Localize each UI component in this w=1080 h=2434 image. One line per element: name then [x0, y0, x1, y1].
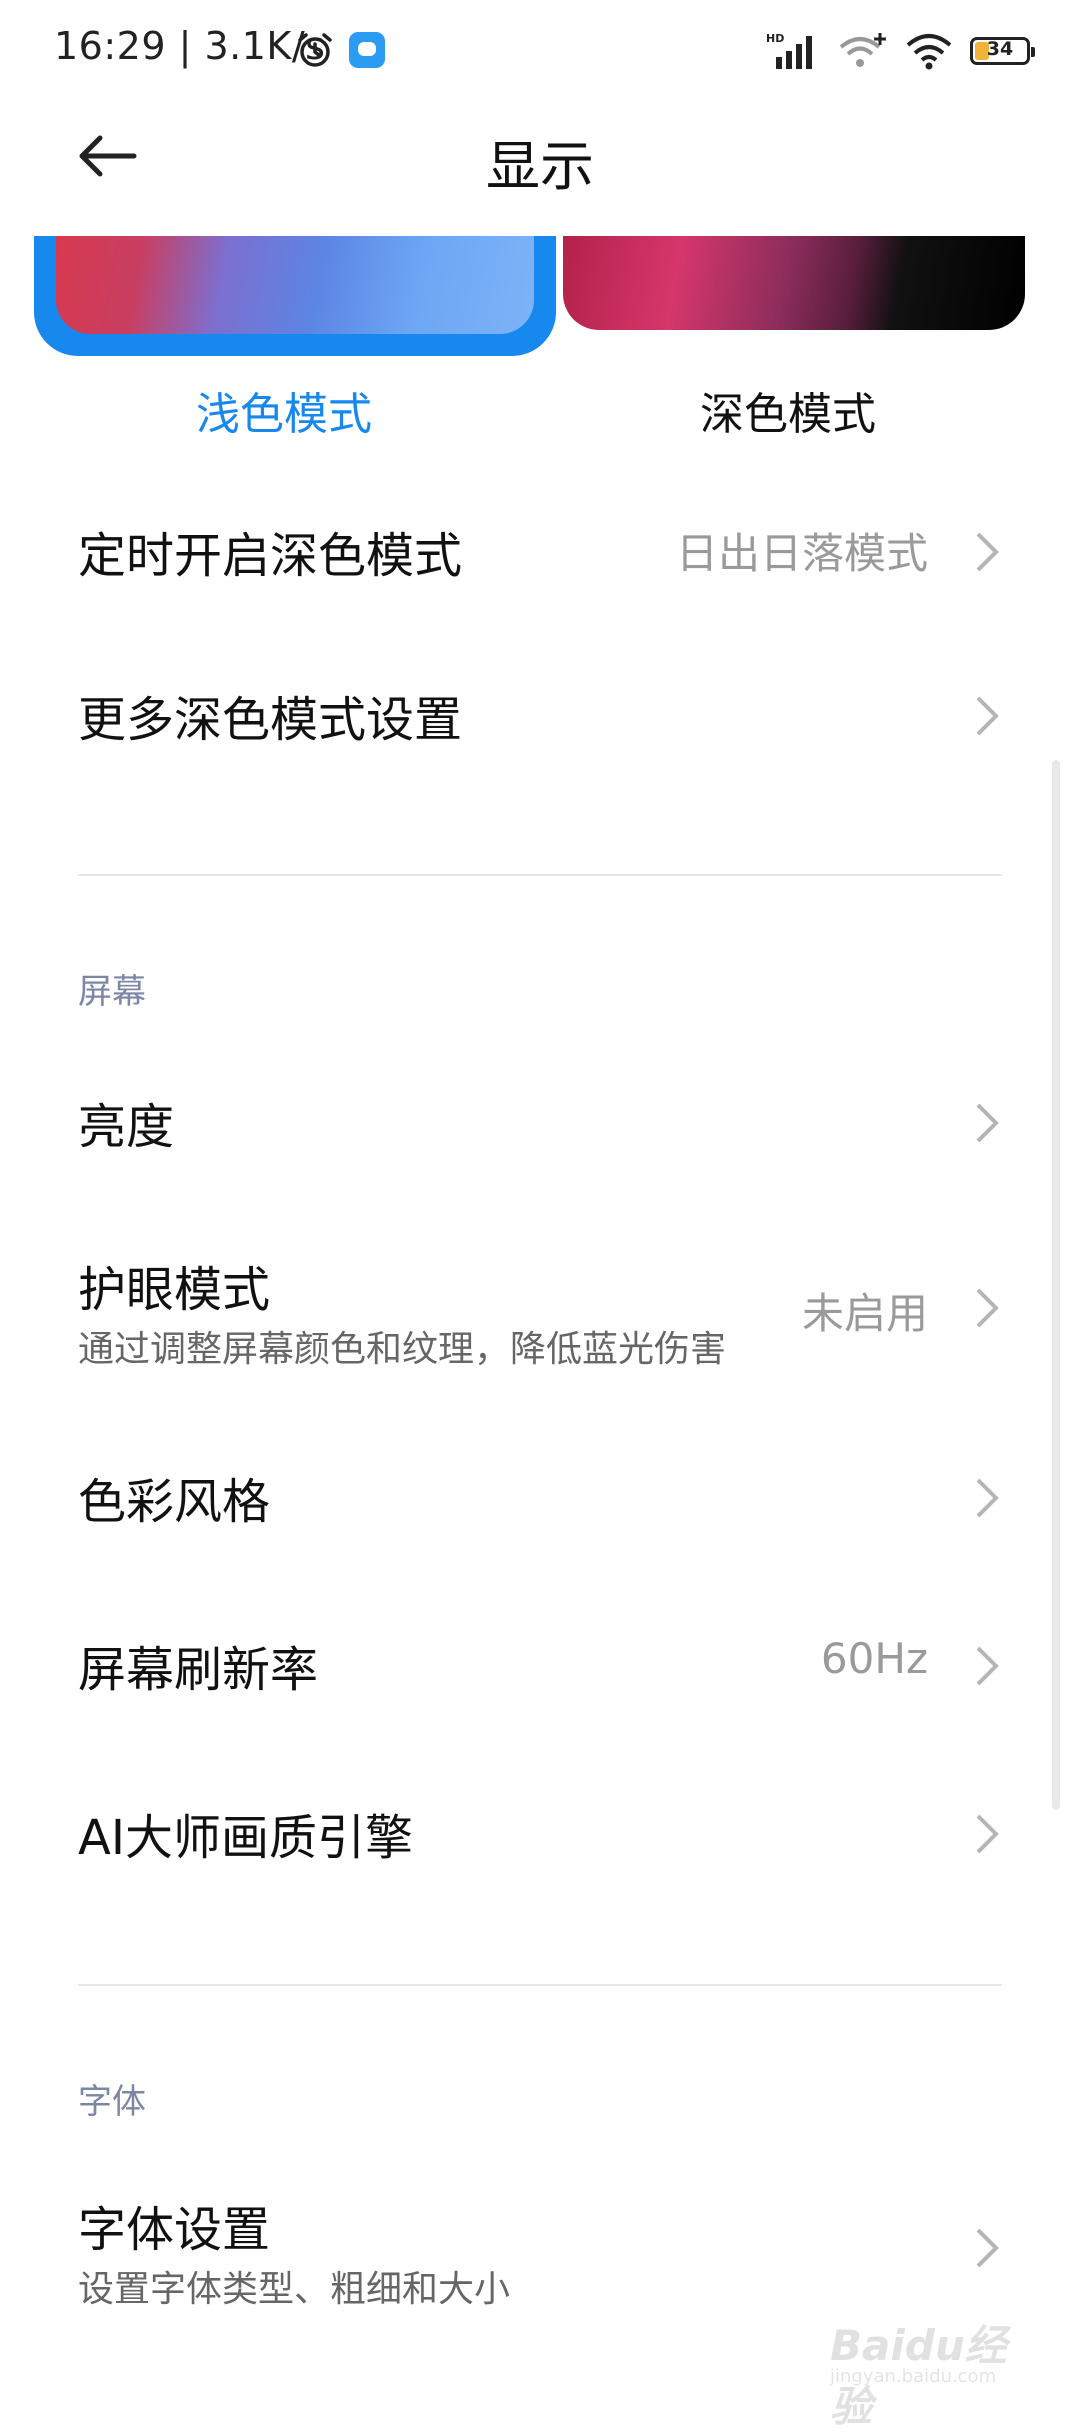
row-subtitle: 通过调整屏幕颜色和纹理，降低蓝光伤害 [78, 1329, 727, 1370]
row-title: 亮度 [78, 1099, 175, 1155]
scrollbar[interactable] [1052, 760, 1060, 1810]
battery-icon: 34 [970, 37, 1035, 65]
system-icons: HD 34 [766, 26, 1035, 76]
wifi-plus-icon [839, 33, 886, 67]
app-header: 显示 [0, 100, 1080, 220]
dark-mode-label[interactable]: 深色模式 [700, 378, 876, 442]
dark-mode-preview[interactable] [563, 236, 1025, 330]
chat-app-icon [349, 32, 385, 68]
wifi-icon [906, 34, 952, 70]
alarm-icon [298, 33, 332, 67]
more-dark-mode-settings-row[interactable]: 更多深色模式设置 [0, 648, 1080, 778]
chevron-right-icon [976, 1814, 999, 1854]
chevron-right-icon [976, 1103, 999, 1143]
divider [78, 1984, 1002, 1986]
brightness-row[interactable]: 亮度 [0, 1055, 1080, 1185]
light-mode-label[interactable]: 浅色模式 [196, 378, 372, 442]
ai-image-engine-row[interactable]: AI大师画质引擎 [0, 1766, 1080, 1896]
row-title: 屏幕刷新率 [78, 1642, 319, 1698]
chevron-right-icon [976, 1288, 999, 1328]
section-header-screen: 屏幕 [78, 972, 146, 1012]
separator: | [178, 24, 205, 68]
color-style-row[interactable]: 色彩风格 [0, 1430, 1080, 1560]
status-time: 16:29 | 3.1K/s [54, 24, 325, 68]
clock-text: 16:29 [54, 24, 167, 68]
row-title: 字体设置 [78, 2202, 271, 2258]
row-title: 护眼模式 [78, 1262, 271, 1318]
row-subtitle: 设置字体类型、粗细和大小 [78, 2269, 511, 2310]
light-mode-preview[interactable] [34, 236, 556, 356]
eye-protection-row[interactable]: 护眼模式 通过调整屏幕颜色和纹理，降低蓝光伤害 未启用 [0, 1230, 1080, 1390]
scheduled-dark-mode-row[interactable]: 定时开启深色模式 日出日落模式 [0, 488, 1080, 618]
row-value: 未启用 [801, 1289, 928, 1338]
row-value: 60Hz [820, 1634, 928, 1683]
baidu-watermark: Baidu经验 jingyan.baidu.com [820, 2280, 1040, 2431]
notification-icons [295, 30, 385, 70]
chevron-right-icon [976, 532, 999, 572]
theme-selector: 浅色模式 深色模式 [0, 236, 1080, 446]
chevron-right-icon [976, 696, 999, 736]
hd-signal-icon: HD [766, 32, 812, 69]
divider [78, 874, 1002, 876]
row-title: 色彩风格 [78, 1474, 271, 1530]
row-title: AI大师画质引擎 [78, 1810, 413, 1866]
light-mode-wallpaper [56, 236, 534, 334]
svg-text:HD: HD [766, 32, 784, 45]
row-title: 定时开启深色模式 [78, 528, 463, 584]
watermark-url: jingyan.baidu.com [830, 2366, 997, 2387]
battery-percentage: 34 [986, 38, 1014, 60]
status-bar: 16:29 | 3.1K/s HD 34 [0, 0, 1080, 100]
page-title: 显示 [486, 135, 594, 198]
row-value: 日出日落模式 [675, 529, 928, 578]
row-title: 更多深色模式设置 [78, 692, 463, 748]
chevron-right-icon [976, 2228, 999, 2268]
chevron-right-icon [976, 1646, 999, 1686]
section-header-font: 字体 [78, 2082, 146, 2122]
chevron-right-icon [976, 1478, 999, 1518]
refresh-rate-row[interactable]: 屏幕刷新率 60Hz [0, 1598, 1080, 1728]
